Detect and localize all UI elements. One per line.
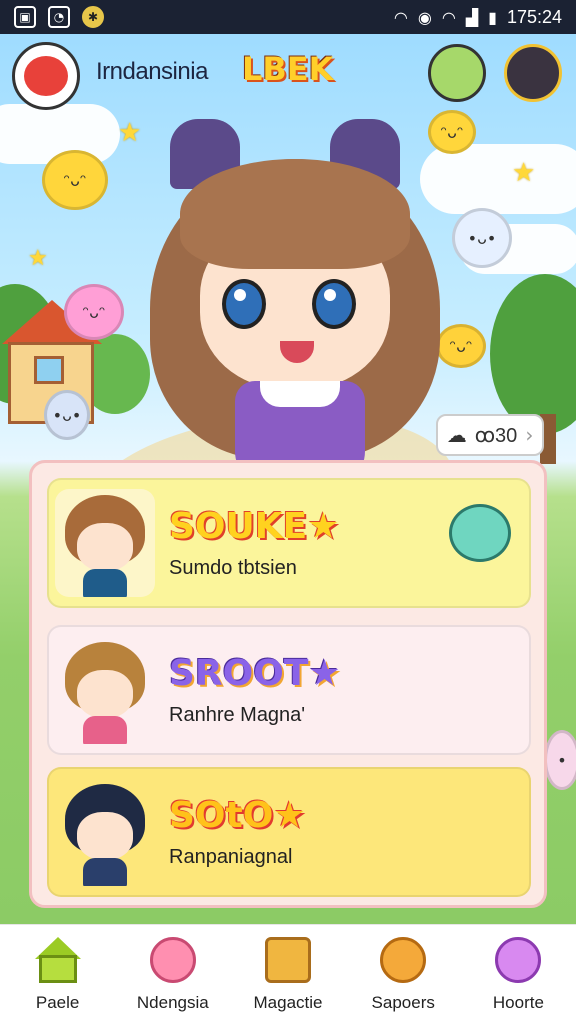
main-character-illustration <box>140 119 450 509</box>
character-subtitle: Sumdo tbtsien <box>169 557 297 579</box>
book-icon <box>265 937 311 983</box>
character-subtitle: Ranpaniagnal <box>169 846 293 868</box>
character-list-panel: SOUKE★ Sumdo tbtsien SROOT★ Ranhre Magna… <box>29 460 547 908</box>
small-critter-icon: •ᴗ• <box>44 390 90 440</box>
app-name: Irndansinia <box>96 58 208 85</box>
nav-item-stickers[interactable]: Sapoers <box>346 925 461 1024</box>
pink-bunny-icon: ᵔᴗᵔ <box>64 284 124 340</box>
character-card[interactable]: SOtO★ Ranpaniagnal <box>47 767 531 897</box>
nav-item-more[interactable]: Hoorte <box>461 925 576 1024</box>
nav-label: Ndengsia <box>136 993 209 1012</box>
character-portrait <box>55 778 155 886</box>
side-critter-icon: • <box>544 730 576 790</box>
character-title: SOtO★ <box>169 795 306 836</box>
cloud-icon: ☁ <box>446 423 467 447</box>
blue-critter-icon: •ᴗ• <box>452 208 512 268</box>
arrow-icon: › <box>525 423 534 447</box>
character-portrait <box>55 636 155 744</box>
dark-critter-icon[interactable] <box>504 44 562 102</box>
score-value: ꝏ30 <box>474 424 518 447</box>
nav-label: Magactie <box>253 993 323 1012</box>
character-title: SROOT★ <box>169 653 341 694</box>
home-icon <box>34 937 81 983</box>
nav-label: Hoorte <box>492 993 544 1012</box>
alarm-icon: ◔ <box>48 6 70 28</box>
star-icon: ★ <box>118 118 142 148</box>
star-icon: ★ <box>512 158 536 188</box>
nav-label: Sapoers <box>371 993 435 1012</box>
character-title: SOUKE★ <box>169 506 340 547</box>
nav-label: Paele <box>35 993 80 1012</box>
character-portrait <box>55 489 155 597</box>
bottom-navigation: Paele Ndengsia Magactie Sapoers Hoorte <box>0 924 576 1024</box>
signal-icon: ▟ <box>465 7 479 27</box>
nav-item-home[interactable]: Paele <box>0 925 115 1024</box>
score-badge[interactable]: ☁ ꝏ30 › <box>436 414 544 456</box>
teal-critter-icon <box>449 504 511 562</box>
status-bar: ▣ ◔ ✱ ◠ ◉ ◠ ▟ ▮ 175:24 <box>0 0 576 34</box>
vpn-icon: ◉ <box>417 7 432 27</box>
image-icon: ▣ <box>14 6 36 28</box>
yellow-critter-icon: ᵔᴗᵔ <box>42 150 108 210</box>
clock: 175:24 <box>506 6 562 27</box>
red-critter-avatar-icon <box>24 56 68 96</box>
pink-critter-icon <box>149 937 196 983</box>
character-card[interactable]: SOUKE★ Sumdo tbtsien <box>47 478 531 608</box>
wifi-icon: ◠ <box>393 7 408 27</box>
profile-avatar-button[interactable] <box>12 42 80 110</box>
orange-critter-icon <box>380 937 427 983</box>
nav-item-magazine[interactable]: Magactie <box>230 925 345 1024</box>
character-card[interactable]: SROOT★ Ranhre Magna' <box>47 625 531 755</box>
app-badge-icon: ✱ <box>82 6 104 28</box>
nav-item-characters[interactable]: Ndengsia <box>115 925 230 1024</box>
purple-critter-icon <box>495 937 542 983</box>
green-critter-icon[interactable] <box>428 44 486 102</box>
app-logo: LBEK <box>242 50 334 88</box>
wifi-icon: ◠ <box>441 7 456 27</box>
star-icon: ★ <box>28 246 48 271</box>
battery-icon: ▮ <box>488 7 497 27</box>
character-subtitle: Ranhre Magna' <box>169 704 306 726</box>
